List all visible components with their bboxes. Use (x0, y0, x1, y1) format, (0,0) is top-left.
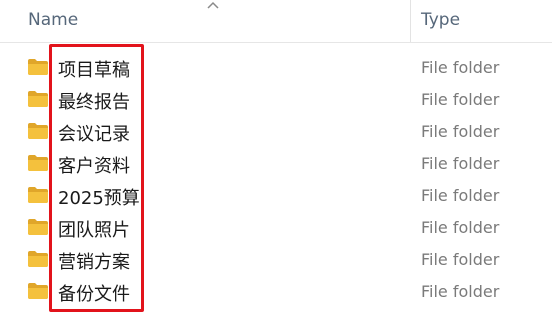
folder-icon (28, 91, 48, 107)
column-header-bar: Name Type (0, 0, 552, 43)
file-row[interactable]: 客户资料 File folder (0, 148, 552, 180)
folder-icon (28, 219, 48, 235)
folder-icon (28, 59, 48, 75)
file-type: File folder (421, 58, 500, 77)
file-name: 客户资料 (58, 156, 130, 177)
folder-icon (28, 283, 48, 299)
file-row[interactable]: 团队照片 File folder (0, 212, 552, 244)
folder-icon (28, 251, 48, 267)
file-name: 2025预算 (58, 188, 140, 209)
file-type: File folder (421, 250, 500, 269)
file-row[interactable]: 会议记录 File folder (0, 116, 552, 148)
file-row[interactable]: 备份文件 File folder (0, 276, 552, 308)
file-row[interactable]: 2025预算 File folder (0, 180, 552, 212)
folder-icon (28, 123, 48, 139)
file-type: File folder (421, 186, 500, 205)
file-type: File folder (421, 90, 500, 109)
file-type: File folder (421, 154, 500, 173)
file-row[interactable]: 项目草稿 File folder (0, 52, 552, 84)
file-row[interactable]: 最终报告 File folder (0, 84, 552, 116)
folder-icon (28, 187, 48, 203)
name-column-header[interactable]: Name (28, 10, 78, 30)
file-row[interactable]: 营销方案 File folder (0, 244, 552, 276)
file-name: 团队照片 (58, 220, 130, 241)
type-column-header[interactable]: Type (421, 10, 460, 30)
file-type: File folder (421, 282, 500, 301)
file-explorer-list: Name Type 项目草稿 File folder 最终报告 File fol… (0, 0, 552, 333)
file-name: 会议记录 (58, 124, 130, 145)
file-name: 项目草稿 (58, 60, 130, 81)
file-type: File folder (421, 218, 500, 237)
file-list: 项目草稿 File folder 最终报告 File folder 会议记录 F… (0, 52, 552, 308)
file-type: File folder (421, 122, 500, 141)
folder-icon (28, 155, 48, 171)
sort-ascending-icon (207, 1, 219, 9)
file-name: 备份文件 (58, 284, 130, 305)
file-name: 营销方案 (58, 252, 130, 273)
file-name: 最终报告 (58, 92, 130, 113)
column-divider[interactable] (410, 0, 411, 42)
